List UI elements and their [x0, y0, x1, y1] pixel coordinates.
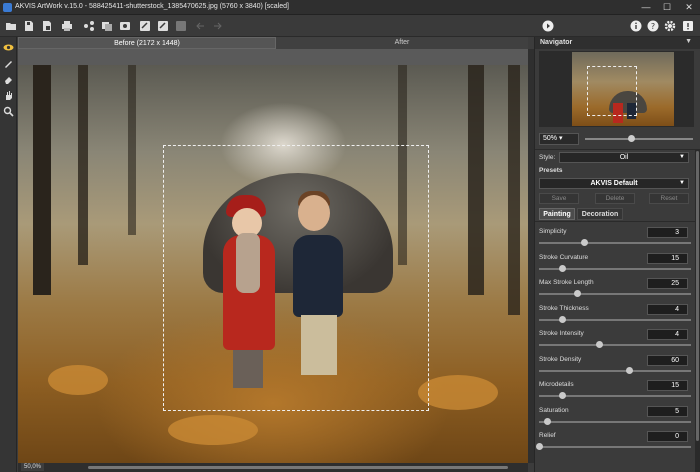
- share-icon[interactable]: [82, 19, 96, 33]
- settings-panel: Navigator ▼ 50% ▾ Style: Oil ▼ Presets AK…: [534, 37, 700, 472]
- param-slider-knob[interactable]: [559, 316, 566, 323]
- param-slider-knob[interactable]: [536, 443, 543, 450]
- photo: [18, 65, 528, 463]
- zoom-slider-knob[interactable]: [628, 135, 635, 142]
- tab-before[interactable]: Before (2172 x 1448): [18, 37, 276, 49]
- save-preset-button[interactable]: Save: [539, 193, 579, 204]
- param-label: Relief: [539, 432, 556, 439]
- collapse-icon[interactable]: ▼: [685, 38, 692, 45]
- close-button[interactable]: ✕: [679, 1, 699, 14]
- window-title: AKVIS ArtWork v.15.0 - 588425411-shutter…: [15, 3, 289, 10]
- tool-strip: [0, 37, 17, 472]
- help-icon[interactable]: ?: [646, 19, 660, 33]
- tab-after[interactable]: After: [276, 37, 528, 49]
- param-value-field[interactable]: 15: [647, 253, 688, 264]
- param-label: Max Stroke Length: [539, 279, 594, 286]
- style-select[interactable]: Oil ▼: [559, 152, 689, 163]
- zoom-level: 50,0%: [21, 463, 45, 471]
- tab-painting[interactable]: Painting: [539, 208, 575, 220]
- param-label: Stroke Thickness: [539, 305, 589, 312]
- svg-text:?: ?: [651, 22, 655, 31]
- param-slider-knob[interactable]: [574, 290, 581, 297]
- param-slider-knob[interactable]: [544, 418, 551, 425]
- brush-icon[interactable]: [2, 57, 15, 70]
- zoom-select[interactable]: 50% ▾: [539, 133, 579, 145]
- settings-icon[interactable]: [138, 19, 152, 33]
- presets-label: Presets: [539, 167, 563, 174]
- param-slider-knob[interactable]: [626, 367, 633, 374]
- forward-icon[interactable]: [210, 19, 224, 33]
- param-value-field[interactable]: 4: [647, 304, 688, 315]
- gear-icon[interactable]: [663, 19, 677, 33]
- param-slider-knob[interactable]: [581, 239, 588, 246]
- param-slider-knob[interactable]: [596, 341, 603, 348]
- param-slider-knob[interactable]: [559, 265, 566, 272]
- maximize-button[interactable]: ☐: [657, 1, 677, 14]
- minimize-button[interactable]: —: [636, 1, 656, 14]
- param-label: Microdetails: [539, 381, 574, 388]
- param-label: Saturation: [539, 407, 569, 414]
- save-icon[interactable]: [22, 19, 36, 33]
- preset-select[interactable]: AKVIS Default ▼: [539, 178, 689, 189]
- eraser-icon[interactable]: [2, 73, 15, 86]
- scroll-thumb[interactable]: [88, 466, 508, 469]
- hand-icon[interactable]: [2, 89, 15, 102]
- param-value-field[interactable]: 4: [647, 329, 688, 340]
- view-tabs: Before (2172 x 1448) After: [18, 37, 528, 49]
- param-value-field[interactable]: 0: [647, 431, 688, 442]
- param-slider[interactable]: [539, 293, 691, 295]
- style-label: Style:: [539, 154, 556, 161]
- param-value-field[interactable]: 25: [647, 278, 688, 289]
- preset-icon[interactable]: [118, 19, 132, 33]
- param-value-field[interactable]: 5: [647, 406, 688, 417]
- eye-icon[interactable]: [2, 41, 15, 54]
- info-icon[interactable]: [629, 19, 643, 33]
- canvas-horizontal-scrollbar[interactable]: 50,0%: [18, 463, 528, 472]
- param-slider-knob[interactable]: [559, 392, 566, 399]
- panel-scrollbar[interactable]: [695, 149, 700, 472]
- navigator-frame[interactable]: [587, 66, 637, 116]
- run-icon[interactable]: [541, 19, 555, 33]
- param-label: Simplicity: [539, 228, 567, 235]
- param-slider[interactable]: [539, 370, 691, 372]
- param-value-field[interactable]: 3: [647, 227, 688, 238]
- param-slider[interactable]: [539, 421, 691, 423]
- zoom-icon[interactable]: [2, 105, 15, 118]
- batch-icon[interactable]: [100, 19, 114, 33]
- param-label: Stroke Density: [539, 356, 582, 363]
- param-slider[interactable]: [539, 242, 691, 244]
- navigator-preview[interactable]: [539, 51, 694, 127]
- tab-decoration[interactable]: Decoration: [577, 208, 623, 220]
- redo-icon[interactable]: [174, 19, 188, 33]
- main-toolbar: ?: [0, 15, 700, 37]
- param-value-field[interactable]: 60: [647, 355, 688, 366]
- notification-icon[interactable]: [681, 19, 695, 33]
- print-icon[interactable]: [60, 19, 74, 33]
- param-label: Stroke Intensity: [539, 330, 584, 337]
- back-icon[interactable]: [194, 19, 208, 33]
- param-value-field[interactable]: 15: [647, 380, 688, 391]
- navigator-header: Navigator: [535, 37, 700, 49]
- param-slider[interactable]: [539, 446, 691, 448]
- save-as-icon[interactable]: [40, 19, 54, 33]
- delete-preset-button[interactable]: Delete: [595, 193, 635, 204]
- reset-preset-button[interactable]: Reset: [649, 193, 689, 204]
- app-logo-icon: [3, 3, 12, 12]
- undo-icon[interactable]: [156, 19, 170, 33]
- open-icon[interactable]: [4, 19, 18, 33]
- param-label: Stroke Curvature: [539, 254, 589, 261]
- param-slider[interactable]: [539, 344, 691, 346]
- zoom-slider[interactable]: [585, 138, 693, 140]
- image-canvas[interactable]: [18, 49, 528, 463]
- title-bar: AKVIS ArtWork v.15.0 - 588425411-shutter…: [0, 0, 700, 15]
- selection-frame[interactable]: [163, 145, 429, 411]
